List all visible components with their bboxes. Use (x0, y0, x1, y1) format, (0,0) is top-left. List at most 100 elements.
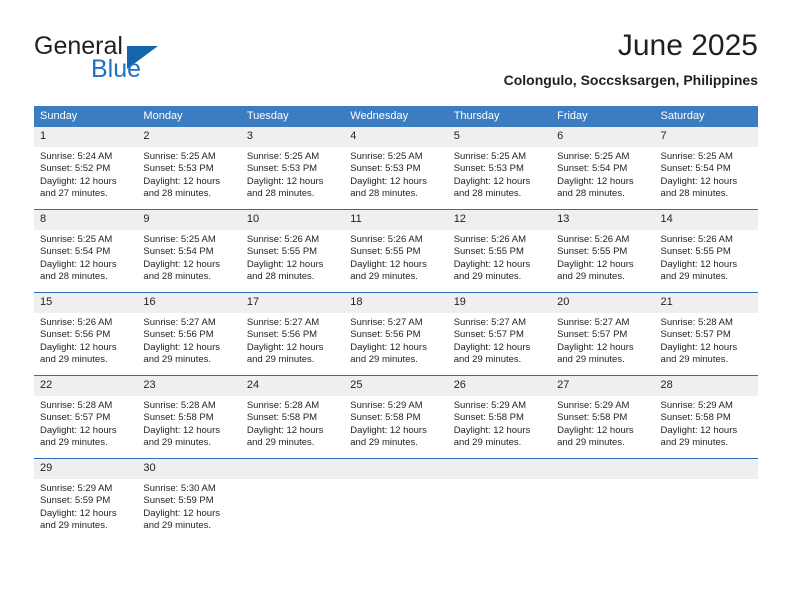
day-number: 12 (447, 210, 552, 230)
day-cell[interactable]: 4 Sunrise: 5:25 AM Sunset: 5:53 PM Dayli… (344, 127, 448, 210)
day-cell[interactable]: 5 Sunrise: 5:25 AM Sunset: 5:53 PM Dayli… (447, 127, 552, 210)
page-title: June 2025 (617, 29, 758, 62)
day-details: Sunrise: 5:29 AM Sunset: 5:58 PM Dayligh… (655, 396, 758, 450)
day-cell[interactable]: 1 Sunrise: 5:24 AM Sunset: 5:52 PM Dayli… (34, 127, 138, 210)
day-number: 27 (551, 376, 655, 396)
sunset-text: Sunset: 5:55 PM (660, 246, 731, 258)
sunset-text: Sunset: 5:53 PM (246, 163, 318, 175)
sunrise-text: Sunrise: 5:25 AM (660, 151, 733, 162)
day-cell[interactable]: 2 Sunrise: 5:25 AM Sunset: 5:53 PM Dayli… (137, 127, 241, 210)
daylight-text-line1: Daylight: 12 hours (40, 341, 117, 353)
daylight-text-line1: Daylight: 12 hours (350, 258, 427, 270)
sunrise-text: Sunrise: 5:24 AM (40, 151, 113, 162)
day-cell[interactable]: 29 Sunrise: 5:29 AM Sunset: 5:59 PM Dayl… (34, 458, 138, 541)
day-details: Sunrise: 5:27 AM Sunset: 5:56 PM Dayligh… (137, 313, 240, 367)
sunrise-text: Sunrise: 5:29 AM (40, 483, 113, 494)
calendar-body: 1 Sunrise: 5:24 AM Sunset: 5:52 PM Dayli… (34, 127, 758, 541)
day-cell[interactable]: 14 Sunrise: 5:26 AM Sunset: 5:55 PM Dayl… (654, 209, 758, 293)
day-cell-empty (447, 458, 552, 541)
day-cell[interactable]: 24 Sunrise: 5:28 AM Sunset: 5:58 PM Dayl… (240, 375, 345, 459)
daylight-text-line1: Daylight: 12 hours (453, 424, 531, 436)
sunrise-text: Sunrise: 5:26 AM (246, 234, 320, 245)
day-number: 30 (137, 459, 241, 479)
daylight-text-line1: Daylight: 12 hours (453, 341, 531, 353)
daylight-text-line1: Daylight: 12 hours (660, 175, 738, 187)
day-details: Sunrise: 5:28 AM Sunset: 5:58 PM Dayligh… (241, 396, 344, 450)
day-cell[interactable]: 10 Sunrise: 5:26 AM Sunset: 5:55 PM Dayl… (240, 209, 345, 293)
sunset-text: Sunset: 5:58 PM (246, 412, 318, 424)
sunrise-text: Sunrise: 5:25 AM (143, 151, 216, 162)
daylight-text-line2: and 28 minutes. (246, 271, 315, 283)
daylight-text-line1: Daylight: 12 hours (557, 424, 634, 436)
sunset-text: Sunset: 5:54 PM (40, 246, 111, 258)
daylight-text-line2: and 29 minutes. (143, 354, 212, 366)
sunset-text: Sunset: 5:56 PM (143, 329, 214, 341)
weekday-header-monday: Monday (137, 106, 241, 127)
sunrise-text: Sunrise: 5:25 AM (143, 234, 216, 245)
day-cell[interactable]: 30 Sunrise: 5:30 AM Sunset: 5:59 PM Dayl… (137, 458, 241, 541)
day-cell[interactable]: 15 Sunrise: 5:26 AM Sunset: 5:56 PM Dayl… (34, 292, 138, 376)
daylight-text-line2: and 28 minutes. (453, 188, 522, 200)
day-cell-empty (551, 458, 655, 541)
day-cell[interactable]: 9 Sunrise: 5:25 AM Sunset: 5:54 PM Dayli… (137, 209, 241, 293)
day-cell[interactable]: 11 Sunrise: 5:26 AM Sunset: 5:55 PM Dayl… (344, 209, 448, 293)
day-cell[interactable]: 13 Sunrise: 5:26 AM Sunset: 5:55 PM Dayl… (551, 209, 655, 293)
day-cell[interactable]: 17 Sunrise: 5:27 AM Sunset: 5:56 PM Dayl… (240, 292, 345, 376)
day-details: Sunrise: 5:29 AM Sunset: 5:58 PM Dayligh… (344, 396, 447, 450)
daylight-text-line1: Daylight: 12 hours (660, 341, 738, 353)
sunset-text: Sunset: 5:58 PM (143, 412, 214, 424)
day-details: Sunrise: 5:29 AM Sunset: 5:58 PM Dayligh… (551, 396, 654, 450)
day-details: Sunrise: 5:26 AM Sunset: 5:55 PM Dayligh… (241, 230, 344, 284)
day-cell[interactable]: 8 Sunrise: 5:25 AM Sunset: 5:54 PM Dayli… (34, 209, 138, 293)
sunrise-sunset-calendar-table: Sunday Monday Tuesday Wednesday Thursday… (34, 106, 758, 541)
weekday-header-tuesday: Tuesday (240, 106, 345, 127)
title-block: June 2025 Colongulo, Soccsksargen, Phili… (504, 28, 758, 90)
daylight-text-line1: Daylight: 12 hours (143, 424, 220, 436)
sunrise-text: Sunrise: 5:26 AM (350, 234, 423, 245)
daylight-text-line1: Daylight: 12 hours (660, 258, 738, 270)
day-details: Sunrise: 5:25 AM Sunset: 5:54 PM Dayligh… (551, 147, 654, 201)
sunrise-text: Sunrise: 5:27 AM (143, 317, 216, 328)
sunset-text: Sunset: 5:53 PM (453, 163, 524, 175)
general-blue-logo[interactable]: General Blue (34, 32, 244, 88)
day-details: Sunrise: 5:27 AM Sunset: 5:57 PM Dayligh… (448, 313, 551, 367)
daylight-text-line2: and 29 minutes. (557, 437, 625, 449)
sunset-text: Sunset: 5:55 PM (246, 246, 318, 258)
sunrise-text: Sunrise: 5:29 AM (350, 400, 423, 411)
day-number: 4 (344, 127, 448, 147)
day-number: 17 (240, 293, 345, 313)
day-cell[interactable]: 3 Sunrise: 5:25 AM Sunset: 5:53 PM Dayli… (240, 127, 345, 210)
day-cell[interactable]: 6 Sunrise: 5:25 AM Sunset: 5:54 PM Dayli… (551, 127, 655, 210)
page-subtitle: Colongulo, Soccsksargen, Philippines (503, 72, 758, 88)
sunrise-text: Sunrise: 5:29 AM (557, 400, 630, 411)
day-details: Sunrise: 5:26 AM Sunset: 5:55 PM Dayligh… (448, 230, 551, 284)
weekday-header-wednesday: Wednesday (344, 106, 448, 127)
sunrise-text: Sunrise: 5:26 AM (40, 317, 113, 328)
day-details: Sunrise: 5:24 AM Sunset: 5:52 PM Dayligh… (34, 147, 137, 201)
calendar-week-row: 29 Sunrise: 5:29 AM Sunset: 5:59 PM Dayl… (34, 458, 758, 541)
day-cell[interactable]: 7 Sunrise: 5:25 AM Sunset: 5:54 PM Dayli… (654, 127, 758, 210)
day-details: Sunrise: 5:28 AM Sunset: 5:58 PM Dayligh… (137, 396, 240, 450)
daylight-text-line2: and 28 minutes. (660, 188, 729, 200)
day-cell[interactable]: 28 Sunrise: 5:29 AM Sunset: 5:58 PM Dayl… (654, 375, 758, 459)
day-number (551, 459, 655, 479)
daylight-text-line2: and 29 minutes. (557, 354, 625, 366)
day-cell[interactable]: 12 Sunrise: 5:26 AM Sunset: 5:55 PM Dayl… (447, 209, 552, 293)
sunset-text: Sunset: 5:55 PM (350, 246, 421, 258)
daylight-text-line2: and 29 minutes. (453, 437, 522, 449)
day-cell[interactable]: 21 Sunrise: 5:28 AM Sunset: 5:57 PM Dayl… (654, 292, 758, 376)
calendar-week-row: 15 Sunrise: 5:26 AM Sunset: 5:56 PM Dayl… (34, 292, 758, 376)
day-cell[interactable]: 27 Sunrise: 5:29 AM Sunset: 5:58 PM Dayl… (551, 375, 655, 459)
calendar-page: General Blue June 2025 Colongulo, Soccsk… (0, 0, 792, 612)
day-cell[interactable]: 23 Sunrise: 5:28 AM Sunset: 5:58 PM Dayl… (137, 375, 241, 459)
daylight-text-line2: and 29 minutes. (143, 437, 212, 449)
day-cell[interactable]: 19 Sunrise: 5:27 AM Sunset: 5:57 PM Dayl… (447, 292, 552, 376)
sunset-text: Sunset: 5:59 PM (40, 495, 111, 507)
day-cell[interactable]: 20 Sunrise: 5:27 AM Sunset: 5:57 PM Dayl… (551, 292, 655, 376)
day-cell[interactable]: 22 Sunrise: 5:28 AM Sunset: 5:57 PM Dayl… (34, 375, 138, 459)
day-cell[interactable]: 25 Sunrise: 5:29 AM Sunset: 5:58 PM Dayl… (344, 375, 448, 459)
daylight-text-line1: Daylight: 12 hours (350, 175, 427, 187)
day-cell[interactable]: 16 Sunrise: 5:27 AM Sunset: 5:56 PM Dayl… (137, 292, 241, 376)
day-cell[interactable]: 26 Sunrise: 5:29 AM Sunset: 5:58 PM Dayl… (447, 375, 552, 459)
day-cell[interactable]: 18 Sunrise: 5:27 AM Sunset: 5:56 PM Dayl… (344, 292, 448, 376)
